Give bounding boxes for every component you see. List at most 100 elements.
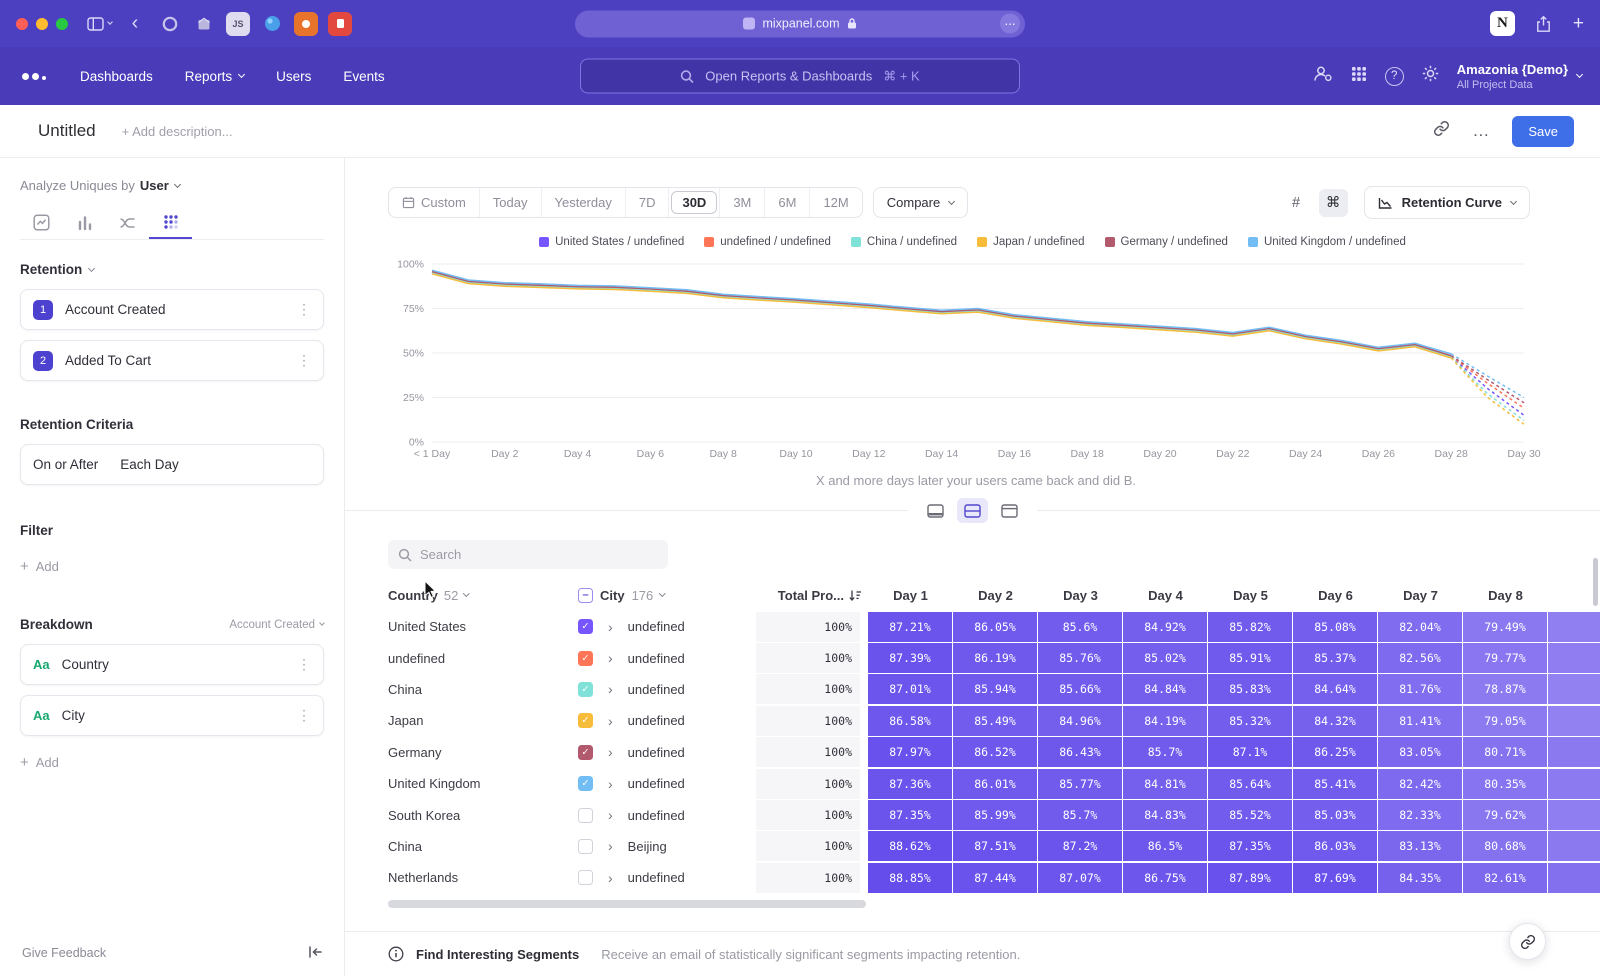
legend-item[interactable]: United States / undefined <box>539 236 684 248</box>
retention-value-cell[interactable]: 84.19% <box>1123 706 1207 736</box>
day-column-header[interactable]: Day 3 <box>1038 588 1123 603</box>
retention-value-cell[interactable]: 87.51% <box>953 831 1037 861</box>
retention-value-cell[interactable]: 85.7% <box>1123 737 1207 767</box>
report-description-placeholder[interactable]: + Add description... <box>122 124 233 139</box>
day-column-header[interactable]: Day 2 <box>953 588 1038 603</box>
retention-value-cell[interactable]: 85.76% <box>1038 643 1122 673</box>
range-today[interactable]: Today <box>479 188 541 217</box>
retention-value-cell[interactable]: 82.61% <box>1463 863 1547 893</box>
retention-value-cell[interactable]: 85.83% <box>1208 674 1292 704</box>
expand-row-icon[interactable]: › <box>608 650 613 666</box>
retention-value-cell[interactable]: 86.5% <box>1123 831 1207 861</box>
retention-value-cell[interactable]: 83.05% <box>1378 737 1462 767</box>
day-column-header[interactable]: Day 5 <box>1208 588 1293 603</box>
retention-value-cell[interactable]: 85.7% <box>1038 800 1122 830</box>
retention-value-cell[interactable]: 86.75% <box>1123 863 1207 893</box>
retention-value-cell[interactable]: 87.39% <box>868 643 952 673</box>
range-6m[interactable]: 6M <box>764 188 809 217</box>
retention-value-cell[interactable]: 82.04% <box>1378 612 1462 642</box>
address-bar[interactable]: mixpanel.com ⋯ <box>575 10 1025 37</box>
retention-value-cell[interactable]: 85.41% <box>1293 769 1377 799</box>
retention-value-cell[interactable]: 80.71% <box>1463 737 1547 767</box>
range-30d[interactable]: 30D <box>668 188 719 217</box>
nav-reports[interactable]: Reports <box>185 69 244 84</box>
retention-value-cell[interactable]: 79.49% <box>1463 612 1547 642</box>
retention-value-cell[interactable]: 87.21% <box>868 612 952 642</box>
total-column-header[interactable]: Total Pro... <box>756 588 868 603</box>
city-column-header[interactable]: – City 176 <box>578 588 756 603</box>
more-actions-icon[interactable]: … <box>1472 121 1490 141</box>
country-column-header[interactable]: Country 52 <box>388 588 578 603</box>
retention-value-cell[interactable]: 85.64% <box>1208 769 1292 799</box>
retention-value-cell[interactable]: 84.35% <box>1378 863 1462 893</box>
table-search-input[interactable] <box>420 547 640 562</box>
retention-value-cell[interactable]: 80.35% <box>1463 769 1547 799</box>
kebab-menu-icon[interactable]: ⋮ <box>297 352 311 369</box>
breakdown-city[interactable]: Aa City ⋮ <box>20 695 324 736</box>
nav-events[interactable]: Events <box>343 69 384 84</box>
retention-value-cell[interactable]: 86.58% <box>868 706 952 736</box>
expand-row-icon[interactable]: › <box>608 681 613 697</box>
project-selector[interactable]: Amazonia {Demo} All Project Data <box>1457 62 1582 91</box>
retention-value-cell[interactable]: 87.07% <box>1038 863 1122 893</box>
retention-chart[interactable]: 0%25%50%75%100%< 1 DayDay 2Day 4Day 6Day… <box>388 254 1564 465</box>
back-icon[interactable]: ‹ <box>122 11 148 37</box>
retention-value-cell[interactable]: 82.42% <box>1378 769 1462 799</box>
extension-icon[interactable] <box>328 12 352 36</box>
kebab-menu-icon[interactable]: ⋮ <box>297 301 311 318</box>
retention-value-cell[interactable]: 87.35% <box>868 800 952 830</box>
chart-type-dropdown[interactable]: Retention Curve <box>1364 186 1530 219</box>
retention-value-cell[interactable]: 85.99% <box>953 800 1037 830</box>
add-breakdown-button[interactable]: + Add <box>20 754 324 771</box>
retention-value-cell[interactable]: 87.1% <box>1208 737 1292 767</box>
retention-value-cell[interactable]: 88.62% <box>868 831 952 861</box>
retention-section-header[interactable]: Retention <box>20 262 324 277</box>
series-line-dashed[interactable] <box>1451 354 1524 398</box>
day-column-header[interactable]: Day 4 <box>1123 588 1208 603</box>
retention-step-b[interactable]: 2 Added To Cart ⋮ <box>20 340 324 381</box>
retention-value-cell[interactable]: 86.43% <box>1038 737 1122 767</box>
expand-row-icon[interactable]: › <box>608 870 613 886</box>
close-window-button[interactable] <box>16 18 28 30</box>
row-checkbox[interactable]: ✓ <box>578 682 593 697</box>
tab-insights[interactable] <box>20 206 63 239</box>
retention-step-a[interactable]: 1 Account Created ⋮ <box>20 289 324 330</box>
retention-value-cell[interactable]: 85.94% <box>953 674 1037 704</box>
retention-value-cell[interactable]: 80.68% <box>1463 831 1547 861</box>
retention-value-cell[interactable]: 87.36% <box>868 769 952 799</box>
retention-value-cell[interactable]: 86.01% <box>953 769 1037 799</box>
retention-value-cell[interactable]: 85.77% <box>1038 769 1122 799</box>
shortcut-toggle[interactable]: ⌘ <box>1319 189 1348 217</box>
legend-item[interactable]: Germany / undefined <box>1105 236 1228 248</box>
retention-value-cell[interactable]: 84.81% <box>1123 769 1207 799</box>
zoom-window-button[interactable] <box>56 18 68 30</box>
tab-retention[interactable] <box>149 206 192 239</box>
add-filter-button[interactable]: + Add <box>20 558 324 575</box>
retention-value-cell[interactable]: 84.83% <box>1123 800 1207 830</box>
retention-value-cell[interactable]: 85.49% <box>953 706 1037 736</box>
retention-value-cell[interactable]: 79.62% <box>1463 800 1547 830</box>
retention-value-cell[interactable]: 85.6% <box>1038 612 1122 642</box>
expand-row-icon[interactable]: › <box>608 838 613 854</box>
breakdown-country[interactable]: Aa Country ⋮ <box>20 644 324 685</box>
retention-value-cell[interactable]: 88.85% <box>868 863 952 893</box>
retention-value-cell[interactable]: 87.44% <box>953 863 1037 893</box>
retention-value-cell[interactable]: 81.41% <box>1378 706 1462 736</box>
kebab-menu-icon[interactable]: ⋮ <box>297 656 311 673</box>
save-button[interactable]: Save <box>1512 116 1574 147</box>
expand-row-icon[interactable]: › <box>608 807 613 823</box>
retention-value-cell[interactable]: 86.25% <box>1293 737 1377 767</box>
retention-value-cell[interactable]: 79.05% <box>1463 706 1547 736</box>
row-checkbox[interactable]: ✓ <box>578 619 593 634</box>
user-settings-icon[interactable] <box>1313 65 1333 87</box>
apps-grid-icon[interactable] <box>1351 66 1367 87</box>
retention-value-cell[interactable]: 85.82% <box>1208 612 1292 642</box>
extension-icon[interactable] <box>192 12 216 36</box>
absolute-numbers-toggle[interactable]: # <box>1282 189 1311 217</box>
day-column-header[interactable]: Day 7 <box>1378 588 1463 603</box>
expand-row-icon[interactable]: › <box>608 713 613 729</box>
legend-item[interactable]: United Kingdom / undefined <box>1248 236 1406 248</box>
day-column-header[interactable]: Day 1 <box>868 588 953 603</box>
find-segments-link[interactable]: Find Interesting Segments <box>416 947 579 962</box>
share-icon[interactable] <box>1531 11 1557 37</box>
